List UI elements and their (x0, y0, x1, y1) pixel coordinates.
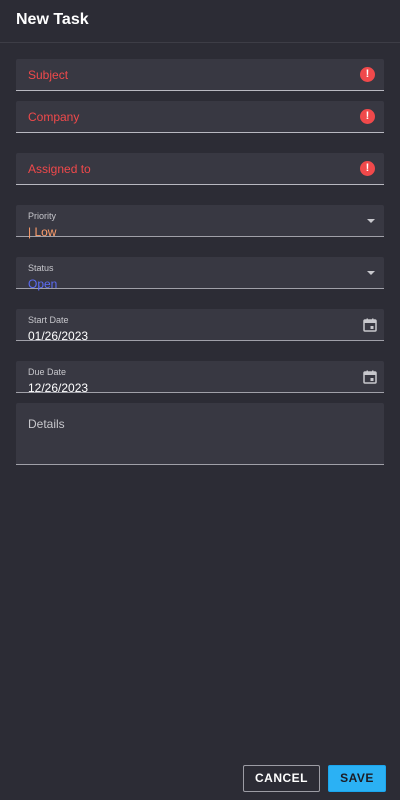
dialog-title: New Task (16, 11, 89, 28)
priority-value: | Low (28, 225, 57, 239)
subject-field[interactable]: Subject ! (16, 59, 384, 91)
error-icon: ! (360, 161, 375, 176)
due-date-label: Due Date (28, 367, 67, 377)
subject-placeholder: Subject (28, 68, 69, 82)
calendar-icon[interactable] (363, 370, 377, 384)
status-select[interactable]: Status Open (16, 257, 384, 291)
cancel-button[interactable]: CANCEL (243, 765, 320, 792)
company-placeholder: Company (28, 110, 80, 124)
start-date-value: 01/26/2023 (28, 329, 89, 343)
status-value: Open (28, 277, 58, 291)
caret-down-icon (367, 219, 375, 223)
details-placeholder: Details (28, 417, 65, 431)
due-date-value: 12/26/2023 (28, 381, 89, 395)
save-button[interactable]: SAVE (328, 765, 386, 792)
error-icon: ! (360, 109, 375, 124)
start-date-label: Start Date (28, 315, 69, 325)
dialog-header: New Task (0, 0, 400, 43)
details-textarea[interactable]: Details (16, 403, 384, 465)
calendar-icon[interactable] (363, 318, 377, 332)
start-date-field[interactable]: Start Date 01/26/2023 (16, 309, 384, 343)
assigned-to-placeholder: Assigned to (28, 162, 91, 176)
status-label: Status (28, 263, 54, 273)
company-field[interactable]: Company ! (16, 101, 384, 133)
assigned-to-field[interactable]: Assigned to ! (16, 153, 384, 185)
due-date-field[interactable]: Due Date 12/26/2023 (16, 361, 384, 395)
priority-label: Priority (28, 211, 57, 221)
error-icon: ! (360, 67, 375, 82)
caret-down-icon (367, 271, 375, 275)
new-task-dialog: New Task Subject ! Company ! Assigned to… (0, 0, 400, 800)
priority-select[interactable]: Priority | Low (16, 205, 384, 239)
